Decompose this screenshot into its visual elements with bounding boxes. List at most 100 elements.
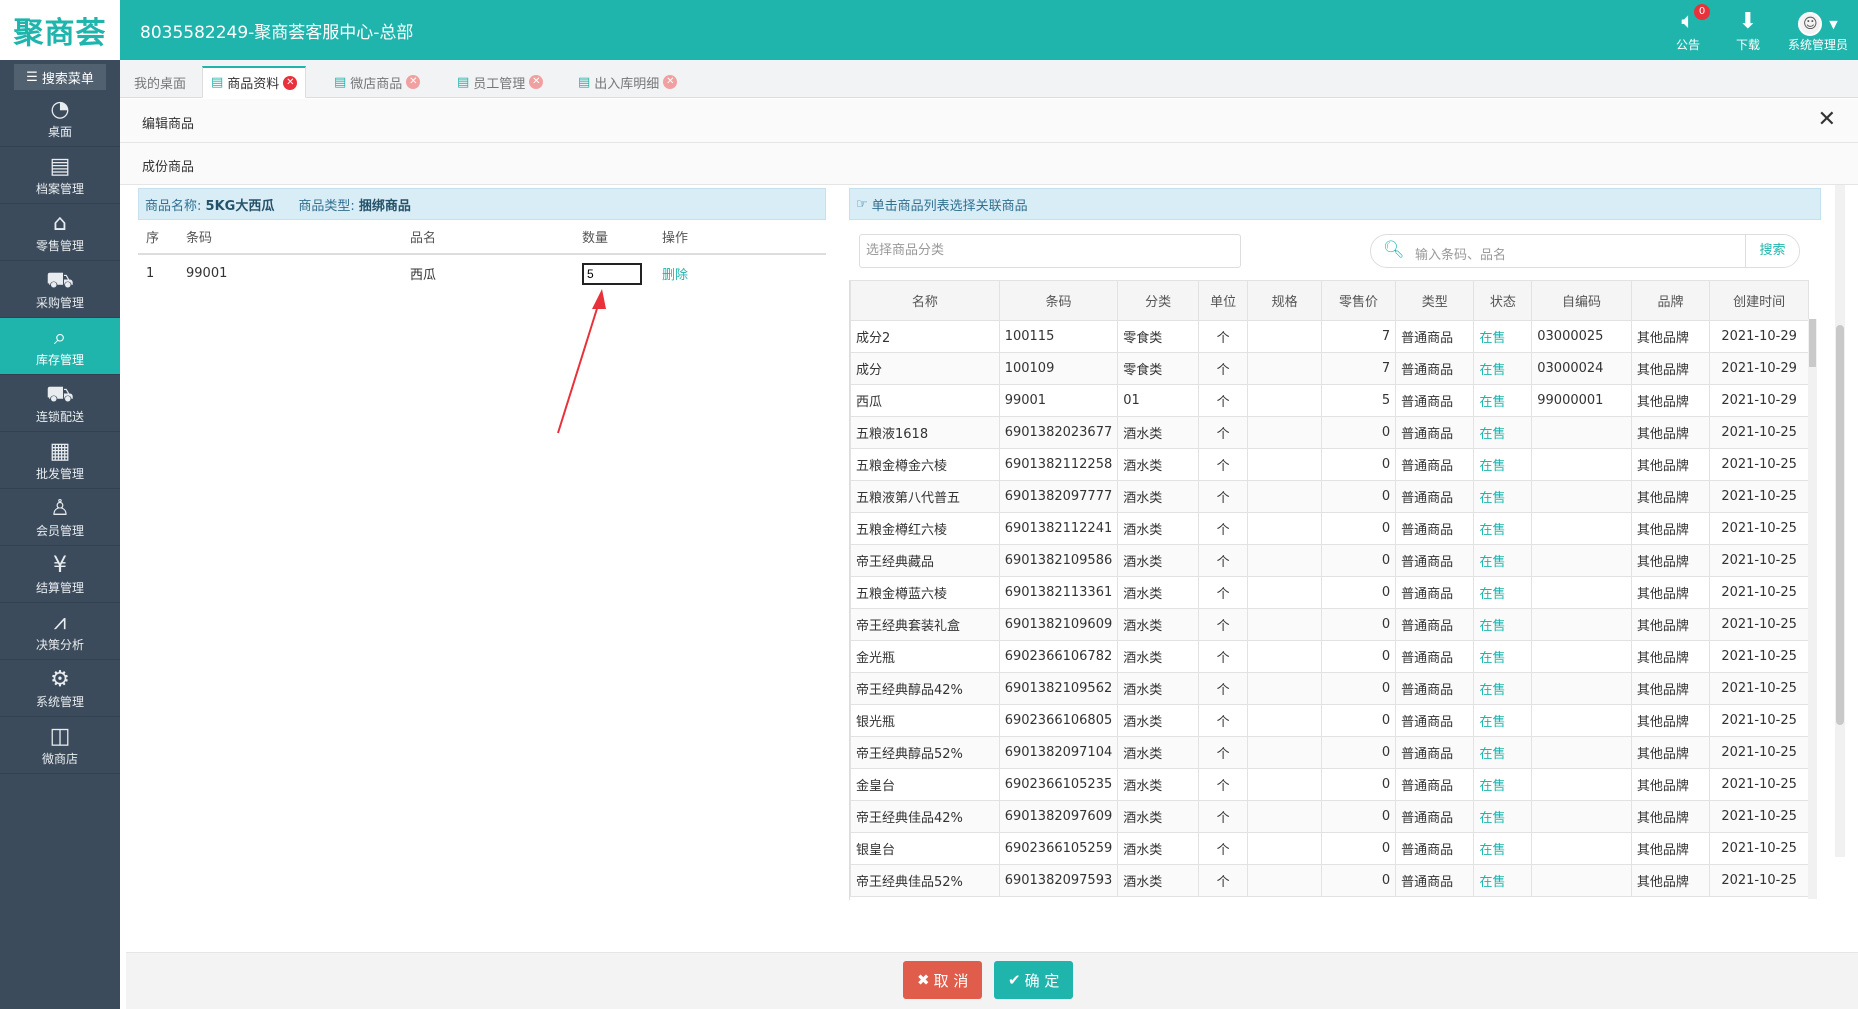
table-row[interactable]: 五粮液第八代普五 6901382097777 酒水类个 0 普通商品 在售 其他品牌 2021…	[850, 480, 1809, 513]
table-row[interactable]: 银光瓶 6902366106805 酒水类个 0 普通商品 在售 其他品牌 2021-10-2…	[850, 704, 1809, 737]
cell-barcode: 6902366106782	[998, 640, 1119, 673]
close-icon[interactable]: ✕	[529, 75, 544, 89]
sidebar-item-inventory[interactable]: ⌕ 库存管理	[0, 318, 120, 375]
notice-button[interactable]: 🔈︎ 0 公告	[1676, 4, 1711, 53]
cancel-button[interactable]: ✖ 取 消	[903, 961, 983, 999]
table-row[interactable]: 帝王经典醇品42% 6901382109562 酒水类个 0 普通商品 在售 其他品牌 202…	[850, 672, 1809, 705]
tab-product-info[interactable]: ▤ 商品资料 ✕	[202, 66, 307, 98]
tab-desktop[interactable]: 我的桌面	[126, 66, 194, 98]
category-select[interactable]: 选择商品分类	[859, 234, 1241, 268]
sidebar-item-label: 批发管理	[35, 466, 84, 481]
quantity-input[interactable]	[582, 262, 642, 285]
yen-icon: ¥	[53, 552, 67, 578]
sidebar-item-system[interactable]: ⚙ 系统管理	[0, 660, 120, 717]
member-icon: ♙	[50, 495, 70, 521]
product-info-bar: 商品名称: 5KG大西瓜 商品类型: 捆绑商品	[138, 188, 826, 220]
sidebar-item-analysis[interactable]: ⩘ 决策分析	[0, 603, 120, 660]
dialog-scrollbar[interactable]	[1835, 185, 1845, 857]
dashboard-icon: ◔	[50, 96, 70, 122]
cell-category: 酒水类	[1117, 864, 1199, 897]
cell-barcode: 99001	[186, 266, 228, 281]
table-row[interactable]: 帝王经典套装礼盒 6901382109609 酒水类个 0 普通商品 在售 其他品牌 2021…	[850, 608, 1809, 641]
cell-brand: 其他品牌	[1630, 480, 1711, 513]
cell-barcode: 6901382109586	[998, 544, 1119, 577]
close-icon[interactable]: ✕	[663, 75, 678, 89]
truck-icon: ⛟	[46, 381, 74, 407]
cell-created: 2021-10-25	[1709, 608, 1809, 641]
table-row: 1 99001 西瓜 删除	[138, 254, 826, 292]
cell-type: 普通商品	[1395, 384, 1475, 417]
table-row[interactable]: 帝王经典佳品52% 6901382097593 酒水类个 0 普通商品 在售 其他品牌 202…	[850, 864, 1809, 897]
grid-col-header[interactable]: 分类	[1117, 280, 1199, 321]
table-row[interactable]: 银皇台 6902366105259 酒水类个 0 普通商品 在售 其他品牌 2021-10-2…	[850, 832, 1809, 865]
grid-col-header[interactable]: 类型	[1395, 280, 1475, 321]
table-row[interactable]: 金皇台 6902366105235 酒水类个 0 普通商品 在售 其他品牌 2021-10-2…	[850, 768, 1809, 801]
close-icon[interactable]: ✕	[406, 75, 421, 89]
cell-category: 酒水类	[1117, 448, 1199, 481]
table-row[interactable]: 五粮金樽金六棱 6901382112258 酒水类个 0 普通商品 在售 其他品牌 2021-…	[850, 448, 1809, 481]
product-grid: 名称 条码 分类 单位 规格 零售价 类型 状态 自编码 品牌 创建时间 成分2 100115 零食类个…	[849, 280, 1809, 900]
table-row[interactable]: 五粮液1618 6901382023677 酒水类个 0 普通商品 在售 其他品牌 2021-…	[850, 416, 1809, 449]
grid-col-header[interactable]: 创建时间	[1709, 280, 1809, 321]
table-row[interactable]: 帝王经典醇品52% 6901382097104 酒水类个 0 普通商品 在售 其他品牌 202…	[850, 736, 1809, 769]
table-row[interactable]: 帝王经典佳品42% 6901382097609 酒水类个 0 普通商品 在售 其他品牌 202…	[850, 800, 1809, 833]
dialog-footer: ✖ 取 消 ✔ 确 定	[126, 952, 1858, 1009]
grid-col-header[interactable]: 零售价	[1320, 280, 1397, 321]
cell-barcode: 6901382023677	[998, 416, 1119, 449]
grid-col-header[interactable]: 名称	[850, 280, 1000, 321]
sidebar-item-archive[interactable]: ▤ 档案管理	[0, 147, 120, 204]
grid-scrollbar[interactable]	[1808, 319, 1817, 899]
cell-name: 金光瓶	[850, 640, 1000, 673]
tab-stock-details[interactable]: ▤ 出入库明细 ✕	[570, 66, 685, 98]
table-row[interactable]: 成分 100109 零食类个 7 普通商品 在售 03000024 其他品牌 2021-10-2…	[850, 352, 1809, 385]
cell-status: 在售	[1473, 320, 1533, 353]
search-menu-button[interactable]: ☰ 搜索菜单	[14, 64, 106, 90]
grid-col-header[interactable]: 状态	[1473, 280, 1533, 321]
sidebar-item-retail[interactable]: ⌂ 零售管理	[0, 204, 120, 261]
cell-category: 酒水类	[1117, 512, 1199, 545]
table-row[interactable]: 五粮金樽红六棱 6901382112241 酒水类个 0 普通商品 在售 其他品牌 2021-…	[850, 512, 1809, 545]
cell-code	[1531, 864, 1632, 897]
grid-col-header[interactable]: 条码	[998, 280, 1119, 321]
cell-brand: 其他品牌	[1630, 832, 1711, 865]
close-icon[interactable]: ✕	[283, 75, 298, 90]
document-icon: ▤	[578, 74, 591, 90]
cell-code	[1531, 480, 1632, 513]
close-icon[interactable]: ✕	[1818, 107, 1836, 132]
col-seq: 序	[138, 220, 178, 255]
table-row[interactable]: 五粮金樽蓝六棱 6901382113361 酒水类个 0 普通商品 在售 其他品牌 2021-…	[850, 576, 1809, 609]
scrollbar-thumb[interactable]	[1836, 325, 1844, 725]
search-button[interactable]: 搜索	[1745, 235, 1799, 267]
grid-col-header[interactable]: 单位	[1197, 280, 1249, 321]
table-row[interactable]: 成分2 100115 零食类个 7 普通商品 在售 03000025 其他品牌 2021-10-…	[850, 320, 1809, 353]
cell-category: 酒水类	[1117, 736, 1199, 769]
cell-brand: 其他品牌	[1630, 512, 1711, 545]
grid-col-header[interactable]: 规格	[1247, 280, 1322, 321]
table-row[interactable]: 金光瓶 6902366106782 酒水类个 0 普通商品 在售 其他品牌 2021-10-2…	[850, 640, 1809, 673]
table-row[interactable]: 帝王经典藏品 6901382109586 酒水类个 0 普通商品 在售 其他品牌 2021-1…	[850, 544, 1809, 577]
tab-staff[interactable]: ▤ 员工管理 ✕	[449, 66, 551, 98]
sidebar-item-purchase[interactable]: ⛟ 采购管理	[0, 261, 120, 318]
cell-type: 普通商品	[1395, 480, 1475, 513]
sidebar-item-wholesale[interactable]: ▦ 批发管理	[0, 432, 120, 489]
cell-status: 在售	[1473, 608, 1533, 641]
search-input[interactable]: 输入条码、品名	[1415, 244, 1506, 263]
delete-link[interactable]: 删除	[662, 268, 688, 283]
sidebar-item-member[interactable]: ♙ 会员管理	[0, 489, 120, 546]
logo[interactable]: 聚商荟	[0, 0, 120, 60]
sidebar-item-settlement[interactable]: ¥ 结算管理	[0, 546, 120, 603]
download-button[interactable]: ⬇ 下载	[1736, 8, 1760, 53]
sidebar-item-microstore[interactable]: ◫ 微商店	[0, 717, 120, 774]
cell-code	[1531, 544, 1632, 577]
user-menu[interactable]: ☺ ▼ 系统管理员	[1788, 8, 1848, 53]
grid-col-header[interactable]: 自编码	[1531, 280, 1632, 321]
grid-col-header[interactable]: 品牌	[1630, 280, 1711, 321]
sidebar-item-desktop[interactable]: ◔ 桌面	[0, 90, 120, 147]
sidebar-item-distribution[interactable]: ⛟ 连锁配送	[0, 375, 120, 432]
cell-price: 0	[1320, 704, 1397, 737]
scrollbar-thumb[interactable]	[1809, 319, 1816, 367]
tab-microstore-products[interactable]: ▤ 微店商品 ✕	[326, 66, 428, 98]
picker-hint: 单击商品列表选择关联商品	[871, 198, 1028, 214]
table-row[interactable]: 西瓜 99001 01 个 5 普通商品 在售 99000001 其他品牌 2021-10-29	[850, 384, 1809, 417]
confirm-button[interactable]: ✔ 确 定	[994, 961, 1074, 999]
